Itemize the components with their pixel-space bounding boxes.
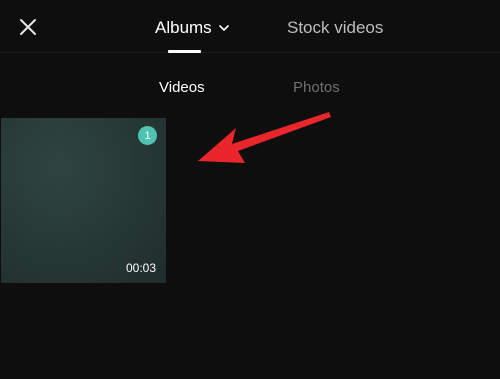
video-thumbnail[interactable]: 1 00:03: [1, 118, 166, 283]
active-tab-indicator: [168, 50, 201, 53]
tab-stock-videos[interactable]: Stock videos: [287, 16, 383, 40]
close-icon: [20, 19, 36, 35]
chevron-down-icon: [218, 22, 230, 34]
subtab-photos[interactable]: Photos: [293, 78, 340, 98]
selection-badge: 1: [138, 126, 157, 145]
top-bar: Albums Stock videos: [0, 0, 500, 53]
subtab-videos[interactable]: Videos: [159, 78, 205, 98]
media-picker-screen: Albums Stock videos Videos Photos 1 00:0…: [0, 0, 500, 379]
tab-albums-label: Albums: [155, 18, 212, 37]
close-button[interactable]: [14, 13, 42, 41]
tab-albums[interactable]: Albums: [155, 16, 230, 40]
video-duration: 00:03: [125, 261, 156, 275]
